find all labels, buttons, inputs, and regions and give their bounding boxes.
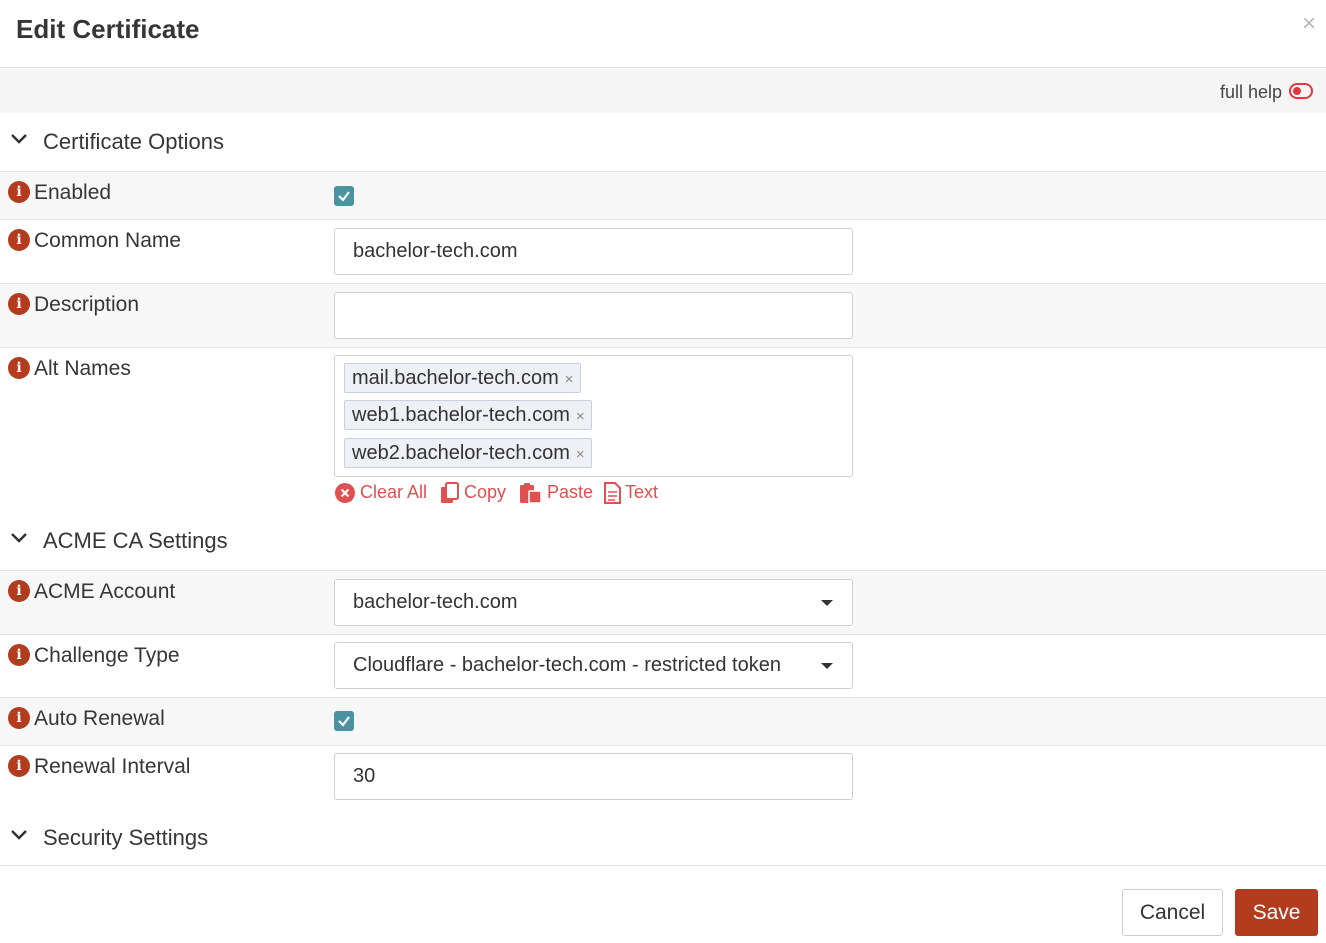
cancel-button[interactable]: Cancel (1122, 889, 1223, 936)
clear-circle-icon (335, 483, 355, 504)
field-label: Description (34, 293, 140, 316)
info-icon[interactable]: i (8, 293, 30, 315)
row-renewal-interval: i Renewal Interval 30 (0, 745, 1326, 809)
text-file-icon (604, 482, 621, 505)
challenge-type-select[interactable]: Cloudflare - bachelor-tech.com - restric… (334, 642, 853, 689)
tag-label: mail.bachelor-tech.com (352, 367, 559, 389)
field-label: Auto Renewal (34, 707, 165, 730)
info-icon[interactable]: i (8, 707, 30, 729)
tag-item: mail.bachelor-tech.com × (344, 363, 581, 393)
select-value: bachelor-tech.com (353, 591, 518, 613)
section-title: Security Settings (43, 825, 209, 850)
info-icon[interactable]: i (8, 644, 30, 666)
save-button[interactable]: Save (1235, 889, 1318, 936)
toggle-knob (1293, 87, 1301, 95)
remove-tag-icon[interactable]: × (565, 371, 574, 388)
row-auto-renewal: i Auto Renewal (0, 697, 1326, 745)
info-icon[interactable]: i (8, 580, 30, 602)
text-label: Text (625, 482, 659, 502)
tag-label: web2.bachelor-tech.com (352, 442, 570, 464)
row-acme-account: i ACME Account bachelor-tech.com (0, 570, 1326, 634)
section-title: Certificate Options (43, 129, 224, 154)
chevron-down-icon (11, 830, 27, 840)
text-link[interactable]: Text (603, 479, 658, 505)
row-enabled: i Enabled (0, 171, 1326, 219)
close-icon[interactable]: × (1302, 12, 1316, 36)
copy-icon (441, 482, 459, 504)
dialog-footer: Cancel Save (0, 865, 1326, 943)
info-icon[interactable]: i (8, 181, 30, 203)
section-certificate-options[interactable]: Certificate Options (0, 113, 1326, 171)
dialog-title: Edit Certificate (16, 14, 200, 44)
help-bar: full help (0, 69, 1326, 113)
check-icon (338, 191, 350, 202)
auto-renewal-checkbox[interactable] (334, 711, 354, 731)
field-label: Challenge Type (34, 644, 180, 667)
field-label: Common Name (34, 229, 182, 252)
check-icon (338, 716, 350, 727)
alt-names-tag-input[interactable]: mail.bachelor-tech.com × web1.bachelor-te… (334, 355, 853, 477)
row-challenge-type: i Challenge Type Cloudflare - bachelor-t… (0, 634, 1326, 697)
paste-label: Paste (547, 482, 594, 502)
info-icon[interactable]: i (8, 229, 30, 251)
caret-down-icon (821, 600, 833, 606)
field-label: Renewal Interval (34, 755, 191, 778)
row-description: i Description (0, 283, 1326, 347)
paste-link[interactable]: Paste (519, 479, 593, 505)
clear-all-link[interactable]: Clear All (334, 479, 427, 505)
tag-label: web1.bachelor-tech.com (352, 404, 570, 426)
paste-icon (520, 483, 542, 504)
section-security-settings[interactable]: Security Settings (0, 809, 1326, 867)
clear-all-label: Clear All (360, 482, 428, 502)
info-icon[interactable]: i (8, 755, 30, 777)
copy-link[interactable]: Copy (440, 479, 506, 505)
field-label: Enabled (34, 181, 112, 204)
copy-label: Copy (464, 482, 507, 502)
tag-item: web1.bachelor-tech.com × (344, 400, 592, 430)
common-name-input[interactable]: bachelor-tech.com (334, 228, 853, 275)
select-value: Cloudflare - bachelor-tech.com - restric… (353, 654, 781, 676)
chevron-down-icon (11, 134, 27, 144)
full-help-label: full help (1219, 82, 1282, 102)
dialog-header: Edit Certificate × (0, 0, 1326, 68)
tag-item: web2.bachelor-tech.com × (344, 438, 592, 468)
remove-tag-icon[interactable]: × (576, 446, 585, 463)
full-help-toggle-icon[interactable] (1289, 83, 1313, 99)
caret-down-icon (821, 663, 833, 669)
acme-account-select[interactable]: bachelor-tech.com (334, 579, 853, 626)
chevron-down-icon (11, 533, 27, 543)
description-input[interactable] (334, 292, 853, 339)
field-label: ACME Account (34, 580, 176, 603)
info-icon[interactable]: i (8, 357, 30, 379)
enabled-checkbox[interactable] (334, 186, 354, 206)
row-common-name: i Common Name bachelor-tech.com (0, 219, 1326, 283)
section-acme-ca-settings[interactable]: ACME CA Settings (0, 512, 1326, 570)
renewal-interval-input[interactable]: 30 (334, 753, 853, 800)
field-label: Alt Names (34, 357, 131, 380)
remove-tag-icon[interactable]: × (576, 408, 585, 425)
section-title: ACME CA Settings (43, 528, 228, 553)
